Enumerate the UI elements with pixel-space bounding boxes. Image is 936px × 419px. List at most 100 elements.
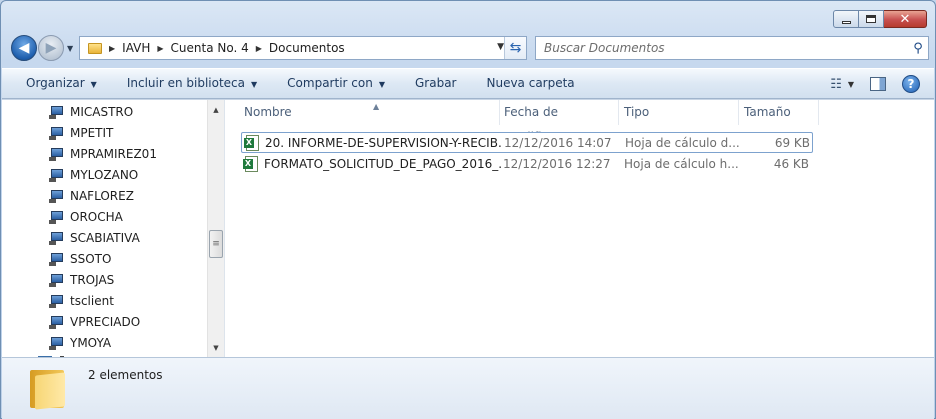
sort-ascending-icon: ▲ <box>373 102 380 111</box>
network-computer-icon <box>48 273 64 287</box>
chevron-down-icon: ▼ <box>90 80 97 89</box>
scrollbar-thumb[interactable]: ≡ <box>209 230 223 258</box>
new-folder-button[interactable]: Nueva carpeta <box>476 68 584 99</box>
breadcrumb-separator-icon[interactable]: ▶ <box>109 44 115 53</box>
burn-button[interactable]: Grabar <box>405 68 467 99</box>
network-computer-icon <box>48 210 64 224</box>
preview-pane-icon[interactable] <box>870 77 886 91</box>
nav-item-ssoto[interactable]: SSOTO <box>48 248 111 269</box>
search-input[interactable] <box>536 38 908 58</box>
nav-item-label: MICASTRO <box>70 104 134 119</box>
nav-item-naflorez[interactable]: NAFLOREZ <box>48 185 134 206</box>
column-header-type[interactable]: Tipo <box>618 100 739 125</box>
excel-file-icon: X <box>244 134 260 151</box>
forward-button[interactable]: ▶ <box>38 35 64 61</box>
nav-item-label: MYLOZANO <box>70 167 139 182</box>
network-computer-icon <box>48 105 64 119</box>
maximize-icon <box>866 15 876 23</box>
refresh-button[interactable]: ⇆ <box>504 37 526 59</box>
network-computer-icon <box>48 126 64 140</box>
close-button[interactable]: ✕ <box>884 10 927 28</box>
network-computer-icon <box>48 189 64 203</box>
chevron-down-icon: ▼ <box>378 80 385 89</box>
file-date: 12/12/2016 14:07 <box>504 135 612 150</box>
breadcrumb-iavh[interactable]: IAVH <box>122 41 150 55</box>
nav-item-label: TROJAS <box>70 272 115 287</box>
navigation-pane: MICASTRO MPETIT MPRAMIREZ01 MYLOZANO NAF… <box>2 100 224 358</box>
folder-icon <box>30 368 68 410</box>
folder-icon <box>88 42 102 54</box>
breadcrumb-documentos[interactable]: Documentos <box>269 41 345 55</box>
network-computer-icon <box>48 168 64 182</box>
scroll-down-icon[interactable]: ▼ <box>208 340 224 356</box>
search-box[interactable]: ⚲ <box>535 36 929 60</box>
network-computer-icon <box>48 252 64 266</box>
nav-item-label: VPRECIADO <box>70 314 141 329</box>
back-arrow-icon: ◀ <box>18 40 30 56</box>
file-row[interactable]: X FORMATO_SOLICITUD_DE_PAGO_2016_... 12/… <box>241 153 813 174</box>
nav-item-trojas[interactable]: TROJAS <box>48 269 114 290</box>
file-name: 20. INFORME-DE-SUPERVISION-Y-RECIB... <box>265 135 503 150</box>
item-count: 2 elementos <box>88 368 163 382</box>
column-headers: Nombre ▲ Fecha de modifica... Tipo Tamañ… <box>228 100 934 144</box>
file-type: Hoja de cálculo d... <box>625 135 740 150</box>
help-icon[interactable]: ? <box>902 75 920 93</box>
caption-buttons: ✕ <box>833 10 927 28</box>
organize-button[interactable]: Organizar ▼ <box>16 68 107 99</box>
navigation-bar: ◀ ▶ ▼ ▶ IAVH ▶ Cuenta No. 4 ▶ Documentos… <box>9 35 929 61</box>
explorer-window: ✕ ◀ ▶ ▼ ▶ IAVH ▶ Cuenta No. 4 ▶ Document… <box>0 0 936 419</box>
share-with-label: Compartir con <box>287 76 373 90</box>
excel-file-icon: X <box>243 155 259 172</box>
nav-item-vpreciado[interactable]: VPRECIADO <box>48 311 140 332</box>
view-options-dropdown[interactable]: ▼ <box>848 80 854 89</box>
nav-item-scabiativa[interactable]: SCABIATIVA <box>48 227 140 248</box>
close-icon: ✕ <box>899 11 911 27</box>
nav-item-mpramirez01[interactable]: MPRAMIREZ01 <box>48 143 157 164</box>
file-size: 69 KB <box>774 135 810 150</box>
back-button[interactable]: ◀ <box>11 35 37 61</box>
column-header-name[interactable]: Nombre ▲ <box>238 100 500 125</box>
nav-item-label: MPRAMIREZ01 <box>70 146 157 161</box>
network-computer-icon <box>48 336 64 350</box>
column-header-date[interactable]: Fecha de modifica... <box>498 100 619 144</box>
forward-arrow-icon: ▶ <box>45 40 57 56</box>
nav-item-label: OROCHA <box>70 209 123 224</box>
nav-item-label: NAFLOREZ <box>70 188 134 203</box>
nav-item-tsclient[interactable]: tsclient <box>48 290 114 311</box>
include-library-button[interactable]: Incluir en biblioteca ▼ <box>117 68 267 99</box>
nav-item-orocha[interactable]: OROCHA <box>48 206 123 227</box>
nav-item-mylozano[interactable]: MYLOZANO <box>48 164 138 185</box>
address-bar[interactable]: ▶ IAVH ▶ Cuenta No. 4 ▶ Documentos ▼ ⇆ <box>79 36 527 60</box>
view-controls: ☷ ▼ ? <box>830 75 920 93</box>
breadcrumb-cuenta[interactable]: Cuenta No. 4 <box>171 41 249 55</box>
column-header-name-label: Nombre <box>244 105 292 119</box>
breadcrumb-separator-icon[interactable]: ▶ <box>256 44 262 53</box>
change-view-icon[interactable]: ☷ <box>830 77 842 92</box>
maximize-button[interactable] <box>859 10 884 28</box>
network-computer-icon <box>48 315 64 329</box>
nav-pane-scrollbar[interactable]: ▲ ≡ ▼ <box>207 100 224 358</box>
search-icon[interactable]: ⚲ <box>908 41 928 56</box>
column-header-size[interactable]: Tamaño <box>738 100 819 125</box>
nav-item-label: SCABIATIVA <box>70 230 140 245</box>
nav-item-label: SSOTO <box>70 251 112 266</box>
network-computer-icon <box>48 231 64 245</box>
network-computer-icon <box>48 147 64 161</box>
file-date: 12/12/2016 12:27 <box>503 156 611 171</box>
refresh-icon: ⇆ <box>509 40 522 56</box>
breadcrumb-separator-icon[interactable]: ▶ <box>157 44 163 53</box>
nav-item-mpetit[interactable]: MPETIT <box>48 122 113 143</box>
organize-label: Organizar <box>26 76 85 90</box>
network-computer-icon <box>48 294 64 308</box>
chevron-down-icon: ▼ <box>251 80 258 89</box>
nav-item-label: tsclient <box>70 293 114 308</box>
nav-item-ymoya[interactable]: YMOYA <box>48 332 111 353</box>
address-dropdown-icon[interactable]: ▼ <box>497 42 504 52</box>
recent-pages-dropdown[interactable]: ▼ <box>67 44 73 53</box>
minimize-button[interactable] <box>833 10 859 28</box>
file-row[interactable]: X 20. INFORME-DE-SUPERVISION-Y-RECIB... … <box>241 132 813 153</box>
file-type: Hoja de cálculo h... <box>624 156 739 171</box>
nav-item-micastro[interactable]: MICASTRO <box>48 101 133 122</box>
scroll-up-icon[interactable]: ▲ <box>208 102 224 118</box>
nav-item-label: YMOYA <box>70 335 112 350</box>
